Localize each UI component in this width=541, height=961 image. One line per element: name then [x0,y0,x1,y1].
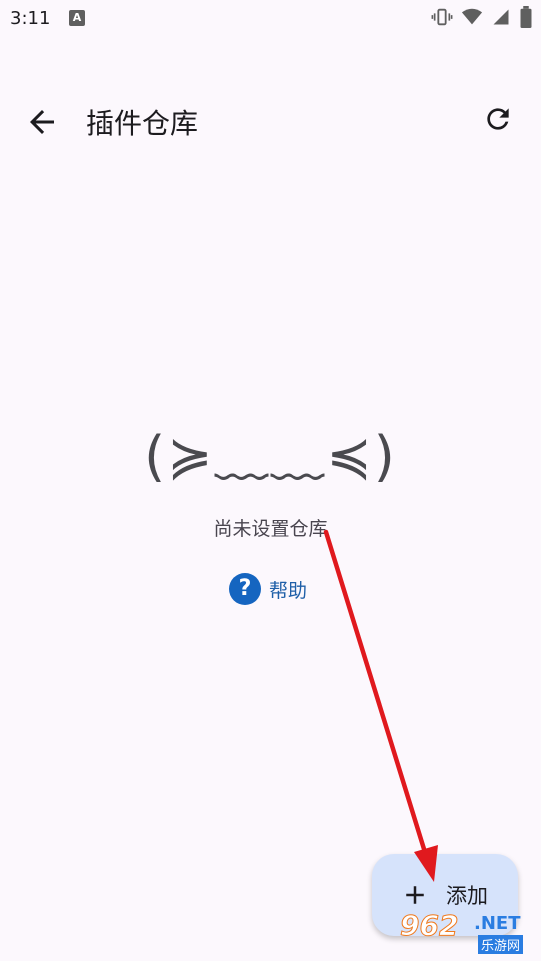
help-button[interactable]: ? 帮助 [229,572,307,606]
help-label: 帮助 [269,579,308,602]
watermark-logo: 962 .NET 乐游网 [398,905,538,957]
wifi-icon [461,8,483,25]
watermark-site-name: 乐游网 [478,935,524,954]
empty-state-message: 尚未设置仓库 [213,518,328,540]
page-title: 插件仓库 [86,107,199,140]
refresh-icon [487,108,509,130]
status-time: 3:11 [10,8,51,29]
watermark-number: 962 [399,909,459,943]
signal-icon [493,9,509,25]
watermark-domain: .NET [474,913,521,934]
empty-state-kaomoji: (≽﹏﹏≼) [144,425,397,488]
vibrate-icon [431,8,453,26]
arrow-back-icon [30,110,54,134]
battery-icon [520,6,532,28]
notification-icon: A [69,10,85,26]
refresh-button[interactable] [482,103,518,139]
top-app-bar: 插件仓库 [0,90,541,154]
status-bar: 3:11 A [0,0,541,36]
help-icon: ? [229,573,261,605]
back-button[interactable] [24,104,60,140]
status-icons [431,6,533,28]
